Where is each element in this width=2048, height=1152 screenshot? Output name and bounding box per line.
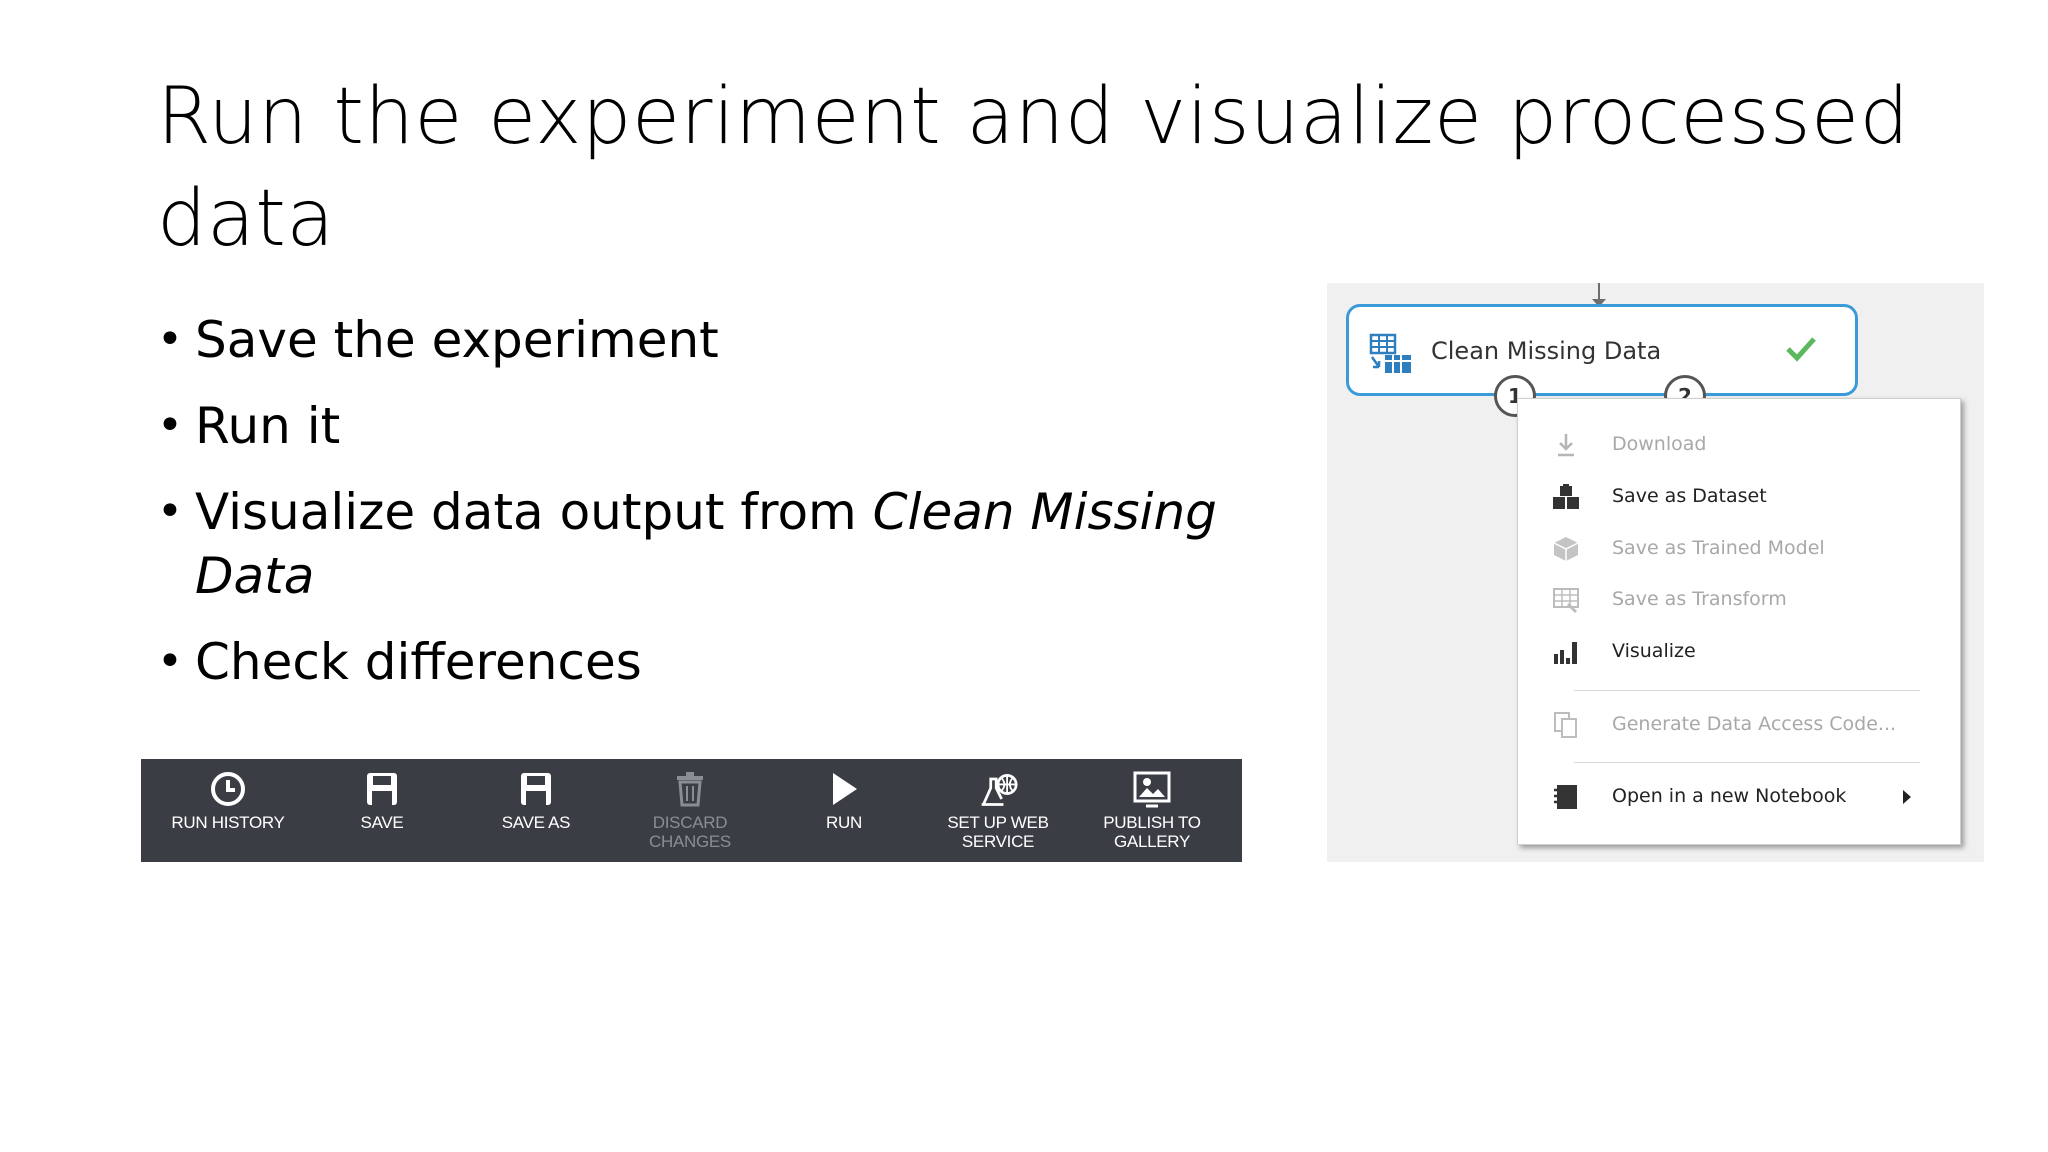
publish-to-gallery-button[interactable]: PUBLISH TO GALLERY <box>1075 759 1229 862</box>
experiment-toolbar: RUN HISTORY SAVE SAVE AS DISCARD CHANGES… <box>141 759 1242 862</box>
bullet-marker: • <box>157 314 183 365</box>
notebook-icon <box>1552 783 1580 811</box>
toolbar-label: SET UP WEB SERVICE <box>947 813 1049 851</box>
menu-item-open-in-notebook[interactable]: Open in a new Notebook <box>1518 771 1962 821</box>
copy-code-icon <box>1552 711 1580 739</box>
web-service-icon <box>978 769 1018 809</box>
menu-item-visualize[interactable]: Visualize <box>1518 626 1962 676</box>
bar-chart-icon <box>1552 638 1580 666</box>
checkmark-icon <box>1785 335 1817 367</box>
module-table-icon <box>1369 333 1415 379</box>
trained-model-icon <box>1552 535 1580 563</box>
bullet-item: • Check differences <box>157 630 1217 694</box>
toolbar-label: PUBLISH TO GALLERY <box>1103 813 1201 851</box>
toolbar-label: RUN HISTORY <box>171 813 285 832</box>
floppy-disk-icon <box>516 769 556 809</box>
bullet-item: • Run it <box>157 394 1217 458</box>
output-context-menu: Download Save as Dataset Save as Trained… <box>1517 398 1961 845</box>
clean-missing-data-module[interactable]: Clean Missing Data <box>1346 304 1858 396</box>
slide-title: Run the experiment and visualize process… <box>157 72 1910 264</box>
toolbar-label: RUN <box>826 813 862 832</box>
run-history-button[interactable]: RUN HISTORY <box>151 759 305 862</box>
menu-item-download[interactable]: Download <box>1518 419 1962 469</box>
menu-item-generate-data-access-code[interactable]: Generate Data Access Code... <box>1518 699 1962 749</box>
submenu-arrow-icon <box>1903 790 1911 804</box>
menu-separator <box>1574 690 1920 691</box>
play-icon <box>824 769 864 809</box>
trash-icon <box>670 769 710 809</box>
menu-item-save-as-dataset[interactable]: Save as Dataset <box>1518 471 1962 521</box>
bullet-marker: • <box>157 486 183 537</box>
menu-item-save-as-trained-model[interactable]: Save as Trained Model <box>1518 523 1962 573</box>
menu-separator <box>1574 762 1920 763</box>
save-as-button[interactable]: SAVE AS <box>459 759 613 862</box>
module-name: Clean Missing Data <box>1431 337 1662 365</box>
save-button[interactable]: SAVE <box>305 759 459 862</box>
transform-icon <box>1552 586 1580 614</box>
discard-changes-button[interactable]: DISCARD CHANGES <box>613 759 767 862</box>
toolbar-label: DISCARD CHANGES <box>649 813 731 851</box>
bullet-item: • Save the experiment <box>157 308 1217 372</box>
toolbar-label: SAVE <box>360 813 404 832</box>
run-button[interactable]: RUN <box>767 759 921 862</box>
download-icon <box>1552 431 1580 459</box>
bullet-marker: • <box>157 636 183 687</box>
bullet-item: • Visualize data output from Clean Missin… <box>157 480 1217 608</box>
bullet-marker: • <box>157 400 183 451</box>
floppy-disk-icon <box>362 769 402 809</box>
bullet-list: • Save the experiment • Run it • Visualize … <box>157 308 1217 716</box>
clock-icon <box>208 769 248 809</box>
set-up-web-service-button[interactable]: SET UP WEB SERVICE <box>921 759 1075 862</box>
publish-gallery-icon <box>1132 769 1172 809</box>
menu-item-save-as-transform[interactable]: Save as Transform <box>1518 574 1962 624</box>
toolbar-label: SAVE AS <box>501 813 571 832</box>
dataset-icon <box>1552 483 1580 511</box>
